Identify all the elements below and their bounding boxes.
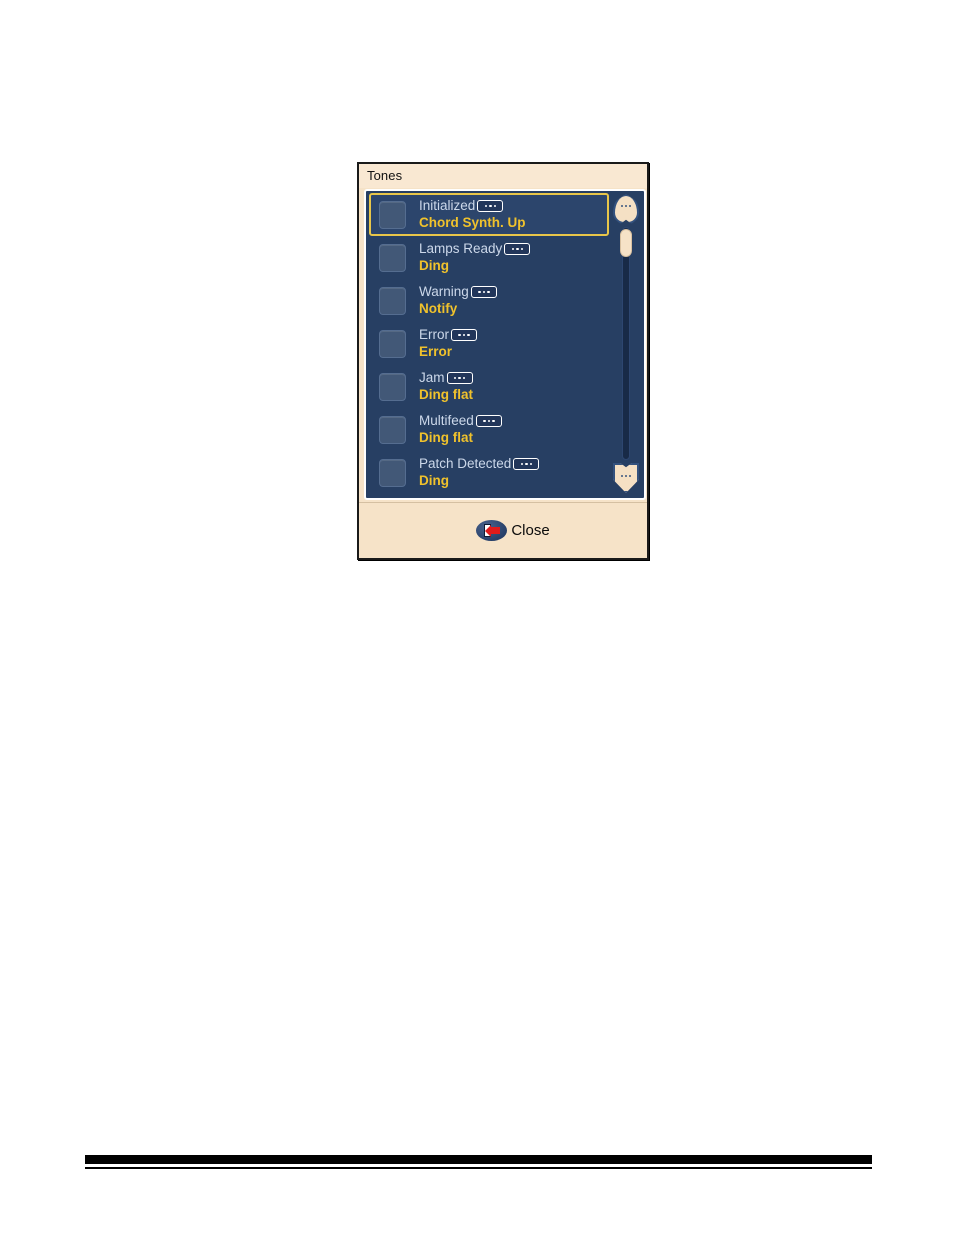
tones-list[interactable]: Initialized Chord Synth. Up Lamps Ready Din…: [366, 191, 612, 498]
exit-door-icon: [476, 520, 508, 541]
tone-name: Error: [419, 326, 449, 342]
tone-labels: Multifeed Ding flat: [419, 412, 502, 445]
close-button-label: Close: [511, 522, 550, 539]
tones-list-panel: Initialized Chord Synth. Up Lamps Ready Din…: [364, 189, 646, 500]
tone-row[interactable]: Lamps Ready Ding: [369, 236, 609, 279]
tone-name: Patch Detected: [419, 455, 512, 471]
tones-dialog: Tones Initialized Chord Synth. Up Lamps Re…: [357, 162, 649, 560]
dialog-titlebar: Tones: [359, 164, 647, 188]
tone-value: Notify: [419, 300, 458, 316]
tone-enable-checkbox[interactable]: [379, 415, 406, 444]
dialog-footer: Close: [359, 502, 647, 558]
tone-labels: Patch Detected Ding: [419, 455, 540, 488]
tone-name-line: Patch Detected: [419, 455, 540, 472]
tone-name: Warning: [419, 283, 469, 299]
tone-enable-checkbox[interactable]: [379, 286, 406, 315]
tone-labels: Initialized Chord Synth. Up: [419, 197, 526, 230]
tone-name-line: Lamps Ready: [419, 240, 531, 257]
tone-value: Ding: [419, 472, 449, 488]
tone-name-line: Multifeed: [419, 412, 502, 429]
tone-labels: Jam Ding flat: [419, 369, 473, 402]
tone-row[interactable]: Error Error: [369, 322, 609, 365]
tone-row[interactable]: Jam Ding flat: [369, 365, 609, 408]
tone-enable-checkbox[interactable]: [379, 372, 406, 401]
ellipsis-badge-icon[interactable]: [513, 458, 540, 471]
tone-row[interactable]: Patch Detected Ding: [369, 451, 609, 494]
tone-name-line: Jam: [419, 369, 473, 386]
page-footer-rule-thin: [85, 1167, 872, 1169]
tone-labels: Error Error: [419, 326, 477, 359]
tone-value: Ding flat: [419, 386, 473, 402]
ellipsis-badge-icon[interactable]: [504, 243, 531, 256]
ellipsis-badge-icon[interactable]: [446, 372, 473, 385]
dialog-title: Tones: [367, 168, 403, 183]
tone-name-line: Initialized: [419, 197, 526, 214]
tones-scrollbar[interactable]: [610, 193, 642, 496]
tone-enable-checkbox[interactable]: [379, 200, 406, 229]
tone-value: Chord Synth. Up: [419, 214, 526, 230]
scroll-up-arrow-icon[interactable]: [613, 194, 639, 224]
tone-name-line: Error: [419, 326, 477, 343]
scroll-down-arrow-icon[interactable]: [613, 463, 639, 493]
tone-row[interactable]: Warning Notify: [369, 279, 609, 322]
tone-enable-checkbox[interactable]: [379, 458, 406, 487]
tone-value: Ding flat: [419, 429, 473, 445]
tone-name: Lamps Ready: [419, 240, 503, 256]
ellipsis-badge-icon[interactable]: [470, 286, 497, 299]
tone-labels: Warning Notify: [419, 283, 497, 316]
tone-row[interactable]: Multifeed Ding flat: [369, 408, 609, 451]
tone-name-line: Warning: [419, 283, 497, 300]
tone-value: Error: [419, 343, 453, 359]
ellipsis-badge-icon[interactable]: [477, 200, 504, 213]
ellipsis-badge-icon[interactable]: [451, 329, 477, 342]
scrollbar-track[interactable]: [622, 227, 630, 460]
tone-labels: Lamps Ready Ding: [419, 240, 531, 273]
tone-name: Initialized: [419, 197, 476, 213]
scrollbar-thumb[interactable]: [620, 229, 632, 257]
tone-value: Ding: [419, 257, 449, 273]
tone-row[interactable]: Initialized Chord Synth. Up: [369, 193, 609, 236]
tone-name: Jam: [419, 369, 445, 385]
ellipsis-badge-icon[interactable]: [475, 415, 502, 428]
page-footer-rule-thick: [85, 1155, 872, 1164]
tone-enable-checkbox[interactable]: [379, 243, 406, 272]
close-button[interactable]: Close: [476, 520, 550, 541]
tone-enable-checkbox[interactable]: [379, 329, 406, 358]
tone-name: Multifeed: [419, 412, 474, 428]
